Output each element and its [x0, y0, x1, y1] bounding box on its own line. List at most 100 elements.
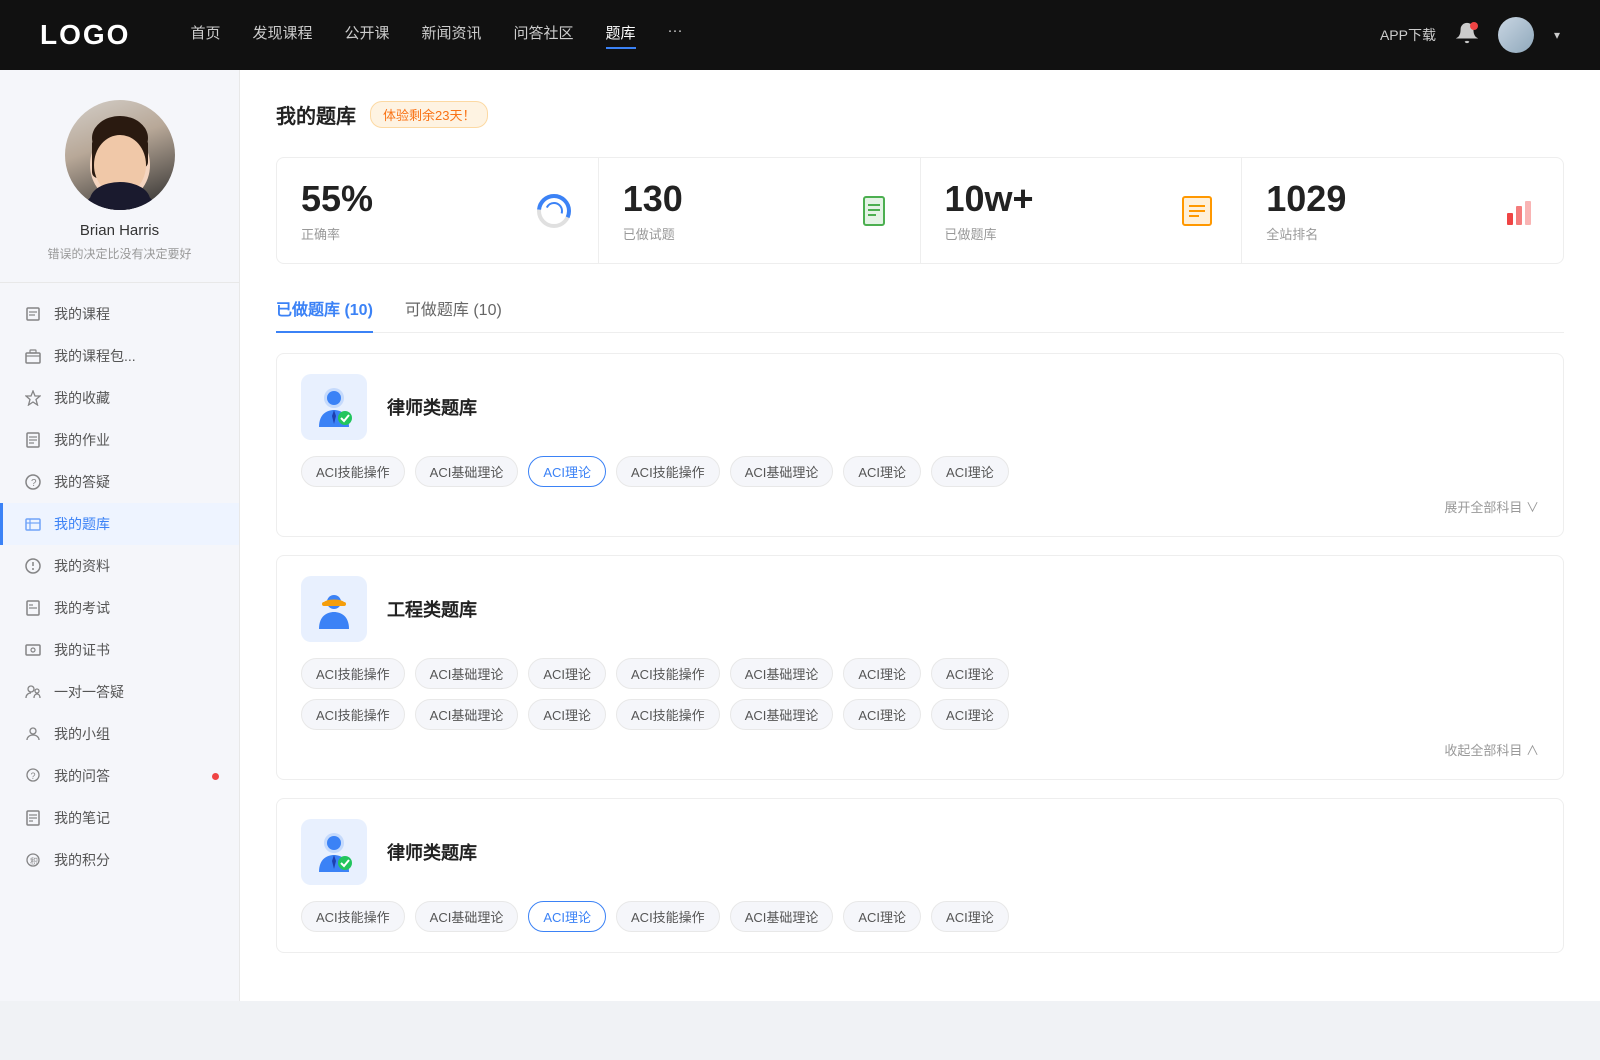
notification-bell[interactable]	[1456, 22, 1478, 49]
bank-section-0: 律师类题库 ACI技能操作 ACI基础理论 ACI理论 ACI技能操作 ACI基…	[276, 353, 1564, 537]
bank-tag-2-3[interactable]: ACI技能操作	[616, 901, 720, 932]
sidebar-item-cert[interactable]: 我的证书	[0, 629, 239, 671]
bank-tag-1-3[interactable]: ACI技能操作	[616, 658, 720, 689]
sidebar-item-qa-mine[interactable]: ? 我的答疑	[0, 461, 239, 503]
bank-tag-0-6[interactable]: ACI理论	[931, 456, 1009, 487]
bank-tag-2-1[interactable]: ACI基础理论	[415, 901, 519, 932]
bank-tag-0-0[interactable]: ACI技能操作	[301, 456, 405, 487]
nav-logo: LOGO	[40, 19, 130, 51]
bank-name-2: 律师类题库	[387, 839, 477, 865]
bank-tag-0-1[interactable]: ACI基础理论	[415, 456, 519, 487]
sidebar-item-exam[interactable]: 我的考试	[0, 587, 239, 629]
stat-done-value: 130	[623, 178, 840, 220]
sidebar-item-points[interactable]: 积 我的积分	[0, 839, 239, 881]
sidebar-label-points: 我的积分	[54, 850, 110, 870]
stats-row: 55% 正确率 130 已做试题	[276, 157, 1564, 264]
svg-text:?: ?	[31, 771, 36, 781]
user-avatar[interactable]	[1498, 17, 1534, 53]
nav-link-opencourse[interactable]: 公开课	[344, 22, 389, 49]
collapse-link-1[interactable]: 收起全部科目 ∧	[301, 740, 1539, 759]
bank-tag-0-4[interactable]: ACI基础理论	[730, 456, 834, 487]
bank-tag-0-3[interactable]: ACI技能操作	[616, 456, 720, 487]
bank-tag2-1-4[interactable]: ACI基础理论	[730, 699, 834, 730]
page-header: 我的题库 体验剩余23天！	[276, 100, 1564, 129]
bank-tag2-1-3[interactable]: ACI技能操作	[616, 699, 720, 730]
sidebar-label-course: 我的课程	[54, 304, 110, 324]
stat-banks-value: 10w+	[945, 178, 1162, 220]
user-menu-chevron[interactable]: ▾	[1554, 28, 1560, 42]
trial-badge: 体验剩余23天！	[370, 101, 488, 128]
bank-tag-1-0[interactable]: ACI技能操作	[301, 658, 405, 689]
group-icon	[24, 725, 42, 743]
bank-tag-2-6[interactable]: ACI理论	[931, 901, 1009, 932]
bank-tag2-1-5[interactable]: ACI理论	[843, 699, 921, 730]
bank-tag-2-2[interactable]: ACI理论	[528, 901, 606, 932]
sidebar-label-my-qa: 我的问答	[54, 766, 110, 786]
bank-tag2-1-2[interactable]: ACI理论	[528, 699, 606, 730]
nav-links: 首页 发现课程 公开课 新闻资讯 问答社区 题库 ···	[190, 22, 1340, 49]
sidebar-item-homework[interactable]: 我的作业	[0, 419, 239, 461]
lawyer-bank-icon-0	[301, 374, 367, 440]
sidebar-label-group: 我的小组	[54, 724, 110, 744]
sidebar-item-favorites[interactable]: 我的收藏	[0, 377, 239, 419]
sidebar-item-one-on-one[interactable]: 一对一答疑	[0, 671, 239, 713]
app-download-button[interactable]: APP下载	[1380, 25, 1436, 45]
sidebar-item-group[interactable]: 我的小组	[0, 713, 239, 755]
stat-accuracy-label: 正确率	[301, 224, 518, 243]
sidebar-item-bank[interactable]: 我的题库	[0, 503, 239, 545]
doc-icon	[856, 191, 896, 231]
bank-icon	[24, 515, 42, 533]
nav-link-qa[interactable]: 问答社区	[514, 22, 574, 49]
bank-tag2-1-0[interactable]: ACI技能操作	[301, 699, 405, 730]
sidebar-item-my-qa[interactable]: ? 我的问答	[0, 755, 239, 797]
bank-header-2: 律师类题库	[301, 819, 1539, 885]
tab-done-banks[interactable]: 已做题库 (10)	[276, 296, 373, 332]
profile-section: Brian Harris 错误的决定比没有决定要好	[0, 100, 239, 283]
bank-tag-0-2[interactable]: ACI理论	[528, 456, 606, 487]
bank-tag-2-0[interactable]: ACI技能操作	[301, 901, 405, 932]
stat-done-questions: 130 已做试题	[599, 158, 921, 263]
material-icon	[24, 557, 42, 575]
bank-tag-2-4[interactable]: ACI基础理论	[730, 901, 834, 932]
bank-name-0: 律师类题库	[387, 394, 477, 420]
sidebar-label-one-on-one: 一对一答疑	[54, 682, 124, 702]
sidebar-label-material: 我的资料	[54, 556, 110, 576]
sidebar-label-homework: 我的作业	[54, 430, 110, 450]
main-layout: Brian Harris 错误的决定比没有决定要好 我的课程 我的课程包...	[0, 70, 1600, 1001]
bank-tag-1-6[interactable]: ACI理论	[931, 658, 1009, 689]
bank-tag-1-2[interactable]: ACI理论	[528, 658, 606, 689]
stat-done-banks: 10w+ 已做题库	[921, 158, 1243, 263]
nav-link-more[interactable]: ···	[668, 22, 683, 49]
bank-tag-0-5[interactable]: ACI理论	[843, 456, 921, 487]
nav-link-news[interactable]: 新闻资讯	[422, 22, 482, 49]
sidebar-item-course[interactable]: 我的课程	[0, 293, 239, 335]
sidebar-item-material[interactable]: 我的资料	[0, 545, 239, 587]
qa-icon: ?	[24, 767, 42, 785]
stat-rank-value: 1029	[1266, 178, 1483, 220]
nav-link-bank[interactable]: 题库	[606, 22, 636, 49]
bank-tag-2-5[interactable]: ACI理论	[843, 901, 921, 932]
stat-ranking: 1029 全站排名	[1242, 158, 1563, 263]
sidebar-item-notes[interactable]: 我的笔记	[0, 797, 239, 839]
bank-tag-1-1[interactable]: ACI基础理论	[415, 658, 519, 689]
bank-tag2-1-6[interactable]: ACI理论	[931, 699, 1009, 730]
stat-accuracy: 55% 正确率	[277, 158, 599, 263]
pie-chart-icon	[534, 191, 574, 231]
course-icon	[24, 305, 42, 323]
expand-link-0[interactable]: 展开全部科目 ∨	[301, 497, 1539, 516]
list-icon	[1177, 191, 1217, 231]
bank-tag-1-5[interactable]: ACI理论	[843, 658, 921, 689]
nav-link-discover[interactable]: 发现课程	[252, 22, 312, 49]
sidebar: Brian Harris 错误的决定比没有决定要好 我的课程 我的课程包...	[0, 70, 240, 1001]
bank-tag-1-4[interactable]: ACI基础理论	[730, 658, 834, 689]
sidebar-item-package[interactable]: 我的课程包...	[0, 335, 239, 377]
sidebar-label-qa: 我的答疑	[54, 472, 110, 492]
one-on-one-icon	[24, 683, 42, 701]
nav-link-home[interactable]: 首页	[190, 22, 220, 49]
svg-text:?: ?	[31, 478, 37, 489]
bank-tags2-1: ACI技能操作 ACI基础理论 ACI理论 ACI技能操作 ACI基础理论 AC…	[301, 699, 1539, 730]
engineer-bank-icon-1	[301, 576, 367, 642]
profile-name: Brian Harris	[80, 222, 159, 239]
bank-tag2-1-1[interactable]: ACI基础理论	[415, 699, 519, 730]
tab-available-banks[interactable]: 可做题库 (10)	[405, 296, 502, 332]
